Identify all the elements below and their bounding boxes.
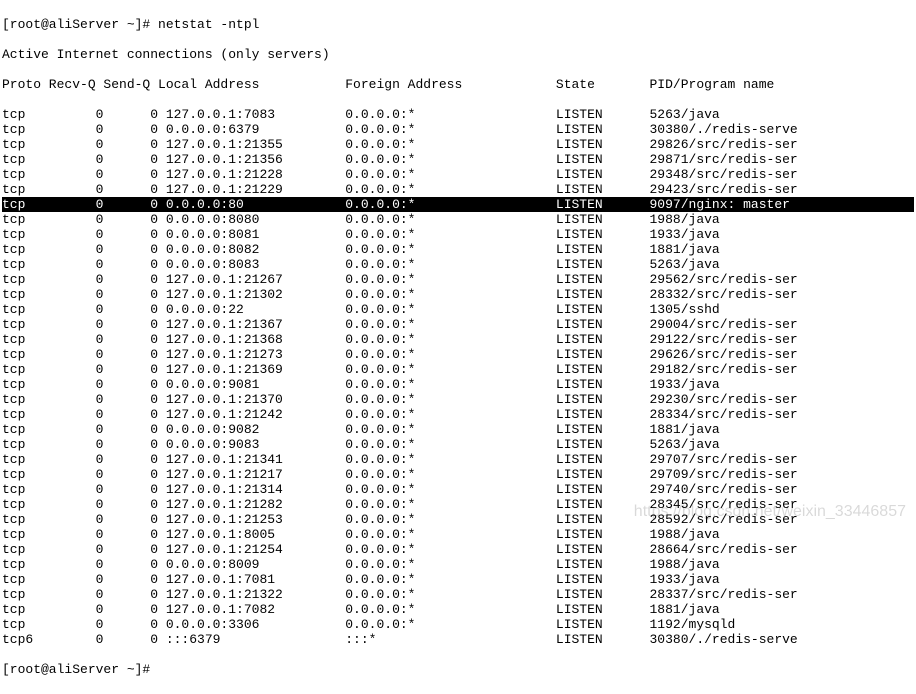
shell-prompt[interactable]: [root@aliServer ~]# (2, 662, 914, 677)
table-row: tcp 0 0 127.0.0.1:8005 0.0.0.0:* LISTEN … (2, 527, 914, 542)
table-row: tcp 0 0 0.0.0.0:9082 0.0.0.0:* LISTEN 18… (2, 422, 914, 437)
table-row: tcp 0 0 127.0.0.1:21314 0.0.0.0:* LISTEN… (2, 482, 914, 497)
table-row: tcp 0 0 127.0.0.1:21368 0.0.0.0:* LISTEN… (2, 332, 914, 347)
table-row: tcp 0 0 0.0.0.0:9083 0.0.0.0:* LISTEN 52… (2, 437, 914, 452)
table-row: tcp 0 0 127.0.0.1:21341 0.0.0.0:* LISTEN… (2, 452, 914, 467)
table-row: tcp 0 0 127.0.0.1:21228 0.0.0.0:* LISTEN… (2, 167, 914, 182)
table-row: tcp 0 0 0.0.0.0:6379 0.0.0.0:* LISTEN 30… (2, 122, 914, 137)
table-row: tcp6 0 0 :::6379 :::* LISTEN 30380/./red… (2, 632, 914, 647)
table-row: tcp 0 0 127.0.0.1:21282 0.0.0.0:* LISTEN… (2, 497, 914, 512)
table-row: tcp 0 0 127.0.0.1:21369 0.0.0.0:* LISTEN… (2, 362, 914, 377)
table-row: tcp 0 0 0.0.0.0:80 0.0.0.0:* LISTEN 9097… (2, 197, 914, 212)
table-row: tcp 0 0 0.0.0.0:8081 0.0.0.0:* LISTEN 19… (2, 227, 914, 242)
table-row: tcp 0 0 127.0.0.1:21370 0.0.0.0:* LISTEN… (2, 392, 914, 407)
output-line: Active Internet connections (only server… (2, 47, 914, 62)
table-row: tcp 0 0 127.0.0.1:21254 0.0.0.0:* LISTEN… (2, 542, 914, 557)
table-row: tcp 0 0 0.0.0.0:8083 0.0.0.0:* LISTEN 52… (2, 257, 914, 272)
table-row: tcp 0 0 127.0.0.1:21267 0.0.0.0:* LISTEN… (2, 272, 914, 287)
table-row: tcp 0 0 127.0.0.1:21322 0.0.0.0:* LISTEN… (2, 587, 914, 602)
table-row: tcp 0 0 0.0.0.0:8080 0.0.0.0:* LISTEN 19… (2, 212, 914, 227)
table-row: tcp 0 0 127.0.0.1:7082 0.0.0.0:* LISTEN … (2, 602, 914, 617)
table-row: tcp 0 0 127.0.0.1:7083 0.0.0.0:* LISTEN … (2, 107, 914, 122)
table-row: tcp 0 0 127.0.0.1:21367 0.0.0.0:* LISTEN… (2, 317, 914, 332)
table-row: tcp 0 0 127.0.0.1:21229 0.0.0.0:* LISTEN… (2, 182, 914, 197)
table-row: tcp 0 0 127.0.0.1:21242 0.0.0.0:* LISTEN… (2, 407, 914, 422)
table-row: tcp 0 0 0.0.0.0:22 0.0.0.0:* LISTEN 1305… (2, 302, 914, 317)
table-row: tcp 0 0 0.0.0.0:3306 0.0.0.0:* LISTEN 11… (2, 617, 914, 632)
table-header: Proto Recv-Q Send-Q Local Address Foreig… (2, 77, 914, 92)
table-row: tcp 0 0 127.0.0.1:21253 0.0.0.0:* LISTEN… (2, 512, 914, 527)
table-row: tcp 0 0 127.0.0.1:21273 0.0.0.0:* LISTEN… (2, 347, 914, 362)
table-row: tcp 0 0 127.0.0.1:21356 0.0.0.0:* LISTEN… (2, 152, 914, 167)
command-line: [root@aliServer ~]# netstat -ntpl (2, 17, 914, 32)
terminal-output[interactable]: [root@aliServer ~]# netstat -ntpl Active… (0, 0, 916, 694)
table-row: tcp 0 0 127.0.0.1:21217 0.0.0.0:* LISTEN… (2, 467, 914, 482)
table-row: tcp 0 0 0.0.0.0:9081 0.0.0.0:* LISTEN 19… (2, 377, 914, 392)
table-row: tcp 0 0 127.0.0.1:21302 0.0.0.0:* LISTEN… (2, 287, 914, 302)
table-row: tcp 0 0 127.0.0.1:7081 0.0.0.0:* LISTEN … (2, 572, 914, 587)
table-row: tcp 0 0 0.0.0.0:8009 0.0.0.0:* LISTEN 19… (2, 557, 914, 572)
table-row: tcp 0 0 0.0.0.0:8082 0.0.0.0:* LISTEN 18… (2, 242, 914, 257)
table-row: tcp 0 0 127.0.0.1:21355 0.0.0.0:* LISTEN… (2, 137, 914, 152)
